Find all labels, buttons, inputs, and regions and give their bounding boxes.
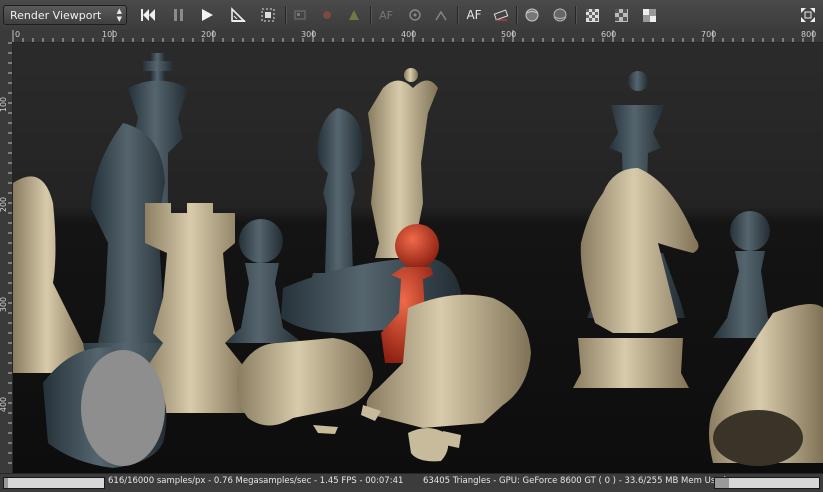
light-icon [323, 11, 331, 19]
autofocus-label: AF [466, 8, 482, 22]
view-select-label: Render Viewport [10, 8, 102, 22]
sphere-button-1[interactable] [521, 4, 543, 26]
autofocus-dim-icon: AF [379, 8, 393, 22]
ruler-top-label: 500 [501, 30, 517, 39]
light-button[interactable] [316, 4, 338, 26]
fullscreen-button[interactable] [797, 4, 819, 26]
render-progress-bar [3, 477, 105, 489]
ruler-top-label: 200 [201, 30, 217, 39]
up-down-arrow-icon: ▲ ▼ [116, 7, 122, 23]
region-select-icon [261, 8, 275, 22]
status-bar: 616/16000 samples/px - 0.76 Megasamples/… [0, 473, 823, 492]
ruler-top-label: 700 [701, 30, 717, 39]
separator [575, 6, 576, 24]
memory-fill [715, 478, 729, 488]
separator [370, 6, 371, 24]
grid-icon [585, 8, 599, 22]
render-viewport[interactable] [13, 43, 823, 473]
refresh-icon [409, 9, 421, 21]
ruler-top-label: 600 [601, 30, 617, 39]
samples-status: 616/16000 samples/px - 0.76 Megasamples/… [108, 476, 404, 486]
gpu-status: 63405 Triangles - GPU: GeForce 8600 GT (… [423, 476, 726, 486]
sphere-icon [553, 8, 567, 22]
quad-icon [642, 8, 656, 22]
ruler-top-label: 0 [15, 30, 21, 39]
render-image [13, 43, 823, 473]
ruler-top-label: 100 [102, 30, 118, 39]
checker-button-1[interactable] [581, 4, 603, 26]
separator [457, 6, 458, 24]
tonemap-button[interactable] [430, 4, 452, 26]
checker-button-3[interactable] [638, 4, 660, 26]
sphere-button-2[interactable] [549, 4, 571, 26]
fullscreen-icon [801, 8, 815, 22]
refresh-button[interactable] [404, 4, 426, 26]
separator [285, 6, 286, 24]
ruler-tool-button[interactable] [226, 4, 250, 26]
play-icon [202, 9, 213, 21]
checker-icon [614, 8, 628, 22]
eraser-icon [493, 9, 509, 21]
camera-button[interactable] [289, 4, 311, 26]
ruler-left: 100 200 300 400 [0, 42, 13, 473]
ruler-left-label: 400 [0, 396, 9, 413]
pause-button[interactable] [167, 4, 191, 26]
autofocus-dim-button[interactable]: AF [374, 4, 398, 26]
render-app: Render Viewport ▲ ▼ AF AF 0 100 200 300 … [0, 0, 823, 492]
ruler-top-label: 400 [401, 30, 417, 39]
sphere-icon [525, 8, 539, 22]
set-square-icon [231, 7, 246, 22]
ruler-left-label: 300 [0, 296, 9, 313]
ruler-top: 0 100 200 300 400 500 600 700 800 [0, 30, 823, 43]
ruler-top-label: 300 [301, 30, 317, 39]
checker-button-2[interactable] [610, 4, 632, 26]
camera-icon [294, 10, 306, 20]
view-select[interactable]: Render Viewport ▲ ▼ [3, 5, 127, 25]
pause-icon [174, 9, 183, 21]
scene-button[interactable] [343, 4, 365, 26]
ruler-top-label: 800 [801, 30, 817, 39]
skip-back-icon [141, 9, 155, 21]
ruler-left-label: 100 [0, 96, 9, 113]
denoise-button[interactable] [490, 4, 512, 26]
ruler-left-label: 200 [0, 196, 9, 213]
region-button[interactable] [256, 4, 280, 26]
separator [516, 6, 517, 24]
scene-icon [349, 10, 359, 20]
autofocus-button[interactable]: AF [461, 4, 487, 26]
memory-bar [714, 477, 820, 489]
tonemap-icon [435, 10, 447, 21]
render-progress-fill [4, 478, 8, 488]
play-button[interactable] [195, 4, 219, 26]
toolbar: Render Viewport ▲ ▼ AF AF [0, 0, 823, 31]
rewind-button[interactable] [136, 4, 160, 26]
